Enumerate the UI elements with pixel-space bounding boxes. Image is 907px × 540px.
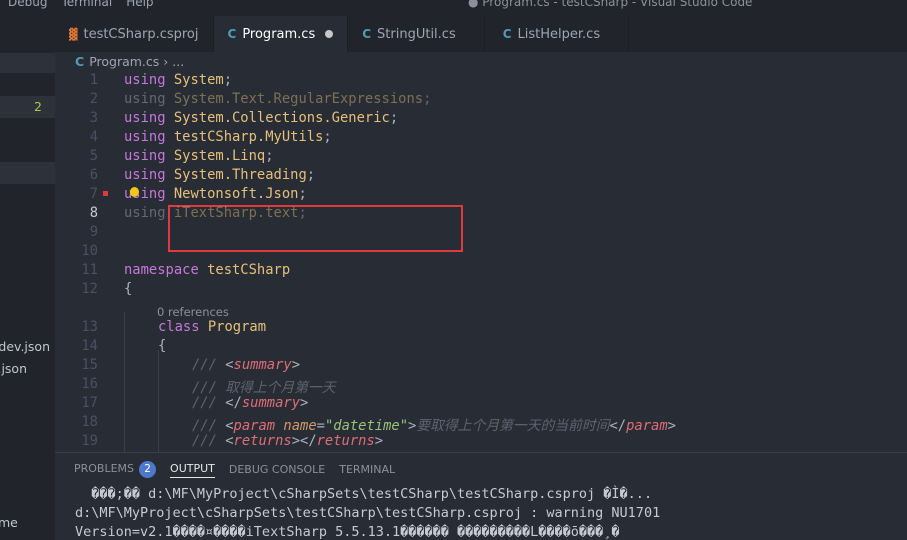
- line-number: 16: [55, 376, 98, 392]
- tab-label: testCSharp.csproj: [83, 27, 198, 42]
- file-label: .json: [0, 361, 27, 376]
- csharp-icon: C: [362, 27, 371, 41]
- rss-icon: ▓: [69, 28, 77, 41]
- line-number: 12: [55, 281, 98, 297]
- code-editor[interactable]: using System; using System.Text.RegularE…: [55, 72, 907, 452]
- sidebar-header[interactable]: [0, 53, 55, 73]
- output-line: d:\MF\MyProject\cSharpSets\testCSharp\te…: [75, 505, 660, 521]
- sidebar-item-selected[interactable]: [0, 162, 55, 184]
- line-number: 6: [55, 167, 98, 183]
- code-line-4: using testCSharp.MyUtils;: [124, 129, 332, 145]
- code-line-3: using System.Collections.Generic;: [124, 110, 398, 126]
- tab-listhelper-cs[interactable]: C ListHelper.cs: [485, 16, 629, 52]
- tab-label: StringUtil.cs: [377, 27, 456, 42]
- sidebar-item-changes[interactable]: 2: [0, 96, 55, 118]
- line-number: 14: [55, 338, 98, 354]
- tab-debug-console[interactable]: DEBUG CONSOLE: [229, 463, 325, 476]
- breadcrumb-file[interactable]: Program.cs: [89, 54, 159, 69]
- code-line-2: using System.Text.RegularExpressions;: [124, 91, 431, 107]
- output-line: ���;�� d:\MF\MyProject\cSharpSets\testCS…: [75, 486, 652, 502]
- csharp-icon: C: [228, 27, 237, 41]
- tab-label: ListHelper.cs: [518, 27, 601, 42]
- line-number: 11: [55, 262, 98, 278]
- csharp-icon: C: [75, 54, 84, 69]
- code-line-6: using System.Threading;: [124, 167, 315, 183]
- breadcrumb-rest[interactable]: › ...: [163, 54, 184, 69]
- file-label: me: [0, 515, 18, 530]
- bottom-panel: PROBLEMS2 OUTPUT DEBUG CONSOLE TERMINAL …: [55, 452, 907, 540]
- title-bar: Debug Terminal Help ● Program.cs - testC…: [0, 0, 907, 16]
- line-number: 4: [55, 129, 98, 145]
- tab-stringutil-cs[interactable]: C StringUtil.cs: [348, 16, 485, 52]
- menu-help[interactable]: Help: [126, 0, 153, 9]
- code-line-15: /// <summary>: [192, 357, 300, 373]
- line-number: 15: [55, 357, 98, 373]
- code-line-14: {: [158, 338, 166, 354]
- code-line-7: using Newtonsoft.Json;: [124, 186, 307, 202]
- line-number: 3: [55, 110, 98, 126]
- line-number: 10: [55, 243, 98, 259]
- modified-dot-icon[interactable]: [325, 30, 333, 38]
- code-line-1: using System;: [124, 72, 232, 88]
- output-line: Version=v2.1����¤����iTextSharp 5.5.13.1…: [75, 524, 620, 540]
- breadcrumb: C Program.cs › ...: [75, 54, 184, 69]
- tab-program-cs[interactable]: C Program.cs: [214, 16, 349, 52]
- line-number: 9: [55, 224, 98, 240]
- line-number: 7: [55, 186, 98, 202]
- menu-terminal[interactable]: Terminal: [61, 0, 112, 9]
- line-number: 19: [55, 433, 98, 449]
- changes-badge: 2: [34, 99, 42, 114]
- line-number: 8: [55, 205, 98, 221]
- codelens-references[interactable]: 0 references: [157, 305, 229, 319]
- code-line-17: /// </summary>: [192, 395, 308, 411]
- line-number: 13: [55, 319, 98, 335]
- code-line-11: namespace testCSharp: [124, 262, 290, 278]
- editor-tabs: ▓ testCSharp.csproj C Program.cs C StringUt…: [55, 16, 907, 52]
- csharp-icon: C: [503, 27, 512, 41]
- sidebar-file-dev-json[interactable]: .dev.json: [0, 339, 55, 361]
- window-title: ● Program.cs - testCSharp - Visual Studi…: [468, 0, 752, 9]
- code-line-12: {: [124, 281, 132, 297]
- line-number: 17: [55, 395, 98, 411]
- tab-output[interactable]: OUTPUT: [170, 462, 215, 478]
- code-line-13: class Program: [158, 319, 266, 335]
- tab-terminal[interactable]: TERMINAL: [339, 463, 395, 476]
- file-label: .dev.json: [0, 339, 50, 354]
- line-number: 2: [55, 91, 98, 107]
- menu-debug[interactable]: Debug: [8, 0, 47, 9]
- error-marker-icon[interactable]: [103, 191, 108, 196]
- line-number: 5: [55, 148, 98, 164]
- lightbulb-icon[interactable]: [130, 187, 139, 197]
- tab-testcsharp-csproj[interactable]: ▓ testCSharp.csproj: [55, 16, 214, 52]
- sidebar-item-bottom[interactable]: me: [0, 515, 55, 537]
- code-line-18: /// <param name="datetime">要取得上个月第一天的当前时…: [192, 414, 676, 434]
- problems-count-badge: 2: [139, 461, 156, 478]
- code-line-16: /// 取得上个月第一天: [192, 376, 336, 396]
- sidebar: 2 .dev.json .json me: [0, 16, 55, 540]
- tab-label: Program.cs: [242, 27, 315, 42]
- tab-label: PROBLEMS: [74, 462, 134, 475]
- code-line-19: /// <returns></returns>: [192, 433, 383, 449]
- code-line-5: using System.Linq;: [124, 148, 274, 164]
- tab-problems[interactable]: PROBLEMS 2: [74, 461, 156, 478]
- code-line-8: using iTextSharp.text;: [124, 205, 307, 221]
- sidebar-file-json[interactable]: .json: [0, 361, 55, 383]
- indent-guide: [124, 312, 125, 452]
- line-number: 18: [55, 414, 98, 430]
- line-number: 1: [55, 72, 98, 88]
- indent-guide: [158, 350, 159, 452]
